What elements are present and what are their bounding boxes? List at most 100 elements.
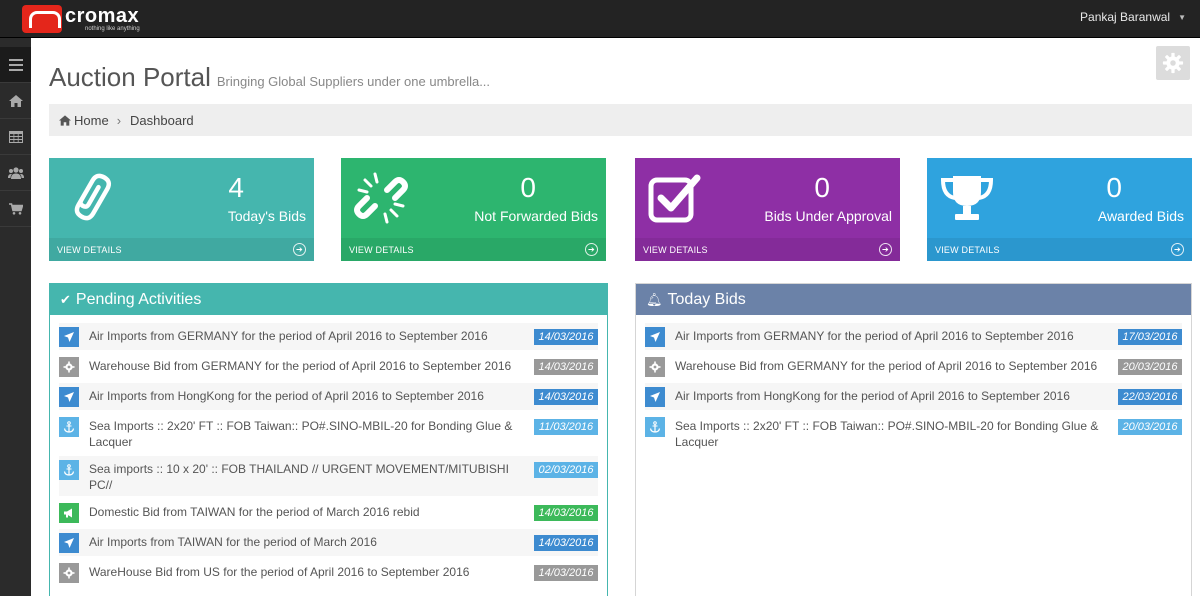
tile-label: Not Forwarded Bids (474, 208, 598, 224)
date-badge: 20/03/2016 (1118, 359, 1182, 375)
pending-activities-panel: ✔ Pending Activities Air Imports from GE… (49, 283, 608, 596)
list-item[interactable]: Air Imports from GERMANY for the period … (645, 323, 1182, 350)
list-item[interactable]: Sea Imports :: 2x20' FT :: FOB Taiwan:: … (59, 413, 598, 453)
list-item[interactable]: Air Imports from HongKong for the period… (645, 383, 1182, 410)
breadcrumb-home-link[interactable]: Home (74, 113, 109, 128)
list-item-text: Domestic Bid from TAIWAN for the period … (89, 505, 420, 519)
tile-label: Today's Bids (227, 208, 306, 224)
pending-activities-list: Air Imports from GERMANY for the period … (50, 315, 607, 586)
plane-icon (59, 533, 79, 553)
list-item-text: Air Imports from HongKong for the period… (675, 389, 1070, 403)
list-item[interactable]: Air Imports from TAIWAN for the period o… (59, 529, 598, 556)
list-item[interactable]: Warehouse Bid from GERMANY for the perio… (645, 353, 1182, 380)
trophy-icon (940, 176, 994, 220)
anchor-icon (645, 417, 665, 437)
arrow-right-circle-icon: ➔ (1171, 243, 1184, 256)
date-badge: 17/03/2016 (1118, 329, 1182, 345)
tile-count: 0 (520, 172, 536, 203)
panel-title: Today Bids (667, 290, 746, 308)
cart-icon (8, 202, 23, 215)
sidebar-toggle-button[interactable] (0, 47, 31, 83)
view-details-link[interactable]: VIEW DETAILS ➔ (635, 238, 900, 261)
bell-icon: 🔔︎ (646, 291, 663, 307)
list-item-text: Air Imports from GERMANY for the period … (675, 329, 1074, 343)
list-item[interactable]: Warehouse Bid from GERMANY for the perio… (59, 353, 598, 380)
sidebar-item-cart[interactable] (0, 191, 31, 227)
tile-awarded-bids: 0 Awarded Bids VIEW DETAILS ➔ (927, 158, 1192, 261)
view-details-link[interactable]: VIEW DETAILS ➔ (49, 238, 314, 261)
arrow-right-circle-icon: ➔ (293, 243, 306, 256)
broken-link-icon (354, 172, 408, 224)
view-details-label: VIEW DETAILS (57, 244, 122, 255)
top-navbar: cromax nothing like anything Pankaj Bara… (0, 0, 1200, 38)
anchor-icon (59, 417, 79, 437)
tile-bids-under-approval: 0 Bids Under Approval VIEW DETAILS ➔ (635, 158, 900, 261)
tile-label: Bids Under Approval (764, 208, 892, 224)
date-badge: 20/03/2016 (1118, 419, 1182, 435)
date-badge: 14/03/2016 (534, 535, 598, 551)
panel-header: 🔔︎ Today Bids (636, 284, 1191, 315)
gear-icon (59, 563, 79, 583)
panel-header: ✔ Pending Activities (50, 284, 607, 315)
view-details-link[interactable]: VIEW DETAILS ➔ (341, 238, 606, 261)
list-item[interactable]: WareHouse Bid from US for the period of … (59, 559, 598, 586)
plane-icon (59, 387, 79, 407)
page-subtitle: Bringing Global Suppliers under one umbr… (216, 74, 491, 89)
breadcrumb: Home › Dashboard (49, 104, 1192, 136)
gear-icon (645, 357, 665, 377)
sidebar-item-users[interactable] (0, 155, 31, 191)
view-details-label: VIEW DETAILS (349, 244, 414, 255)
settings-button[interactable] (1156, 46, 1190, 80)
breadcrumb-current: Dashboard (130, 112, 194, 128)
tile-count: 0 (814, 172, 830, 203)
chevron-down-icon: ▼ (1178, 12, 1186, 22)
user-menu[interactable]: Pankaj Baranwal ▼ (1080, 10, 1186, 24)
list-item-text: Air Imports from GERMANY for the period … (89, 329, 488, 343)
list-item-text: Sea imports :: 10 x 20' :: FOB THAILAND … (89, 462, 509, 492)
date-badge: 14/03/2016 (534, 359, 598, 375)
arrow-right-circle-icon: ➔ (879, 243, 892, 256)
gear-icon (1162, 52, 1184, 74)
sidebar-item-table[interactable] (0, 119, 31, 155)
logo-mark-icon (22, 5, 62, 33)
date-badge: 02/03/2016 (534, 462, 598, 478)
page-header: Auction Portal Bringing Global Suppliers… (49, 62, 490, 93)
megaphone-icon (59, 503, 79, 523)
home-icon (59, 114, 71, 126)
list-item[interactable]: Sea imports :: 10 x 20' :: FOB THAILAND … (59, 456, 598, 496)
tile-todays-bids: 4 Today's Bids VIEW DETAILS ➔ (49, 158, 314, 261)
user-name: Pankaj Baranwal (1080, 10, 1171, 24)
tile-not-forwarded-bids: 0 Not Forwarded Bids VIEW DETAILS ➔ (341, 158, 606, 261)
today-bids-panel: 🔔︎ Today Bids Air Imports from GERMANY f… (635, 283, 1192, 596)
sidebar (0, 38, 31, 596)
today-bids-list: Air Imports from GERMANY for the period … (636, 315, 1191, 453)
plane-icon (59, 327, 79, 347)
gear-icon (59, 357, 79, 377)
plane-icon (645, 387, 665, 407)
date-badge: 14/03/2016 (534, 565, 598, 581)
brand-tagline: nothing like anything (85, 25, 140, 32)
chevron-right-icon: › (116, 112, 122, 128)
view-details-label: VIEW DETAILS (643, 244, 708, 255)
date-badge: 14/03/2016 (534, 389, 598, 405)
anchor-icon (59, 460, 79, 480)
menu-icon (8, 58, 23, 71)
list-item[interactable]: Air Imports from HongKong for the period… (59, 383, 598, 410)
list-item-text: Warehouse Bid from GERMANY for the perio… (675, 359, 1098, 373)
check-icon: ✔ (60, 291, 71, 307)
list-item-text: Sea Imports :: 2x20' FT :: FOB Taiwan:: … (675, 419, 1099, 449)
view-details-link[interactable]: VIEW DETAILS ➔ (927, 238, 1192, 261)
list-item[interactable]: Sea Imports :: 2x20' FT :: FOB Taiwan:: … (645, 413, 1182, 453)
page-title: Auction Portal (49, 62, 211, 92)
plane-icon (645, 327, 665, 347)
list-item[interactable]: Air Imports from GERMANY for the period … (59, 323, 598, 350)
list-item[interactable]: Domestic Bid from TAIWAN for the period … (59, 499, 598, 526)
date-badge: 22/03/2016 (1118, 389, 1182, 405)
sidebar-item-home[interactable] (0, 83, 31, 119)
brand-name: cromax (65, 4, 140, 27)
list-item-text: Warehouse Bid from GERMANY for the perio… (89, 359, 512, 373)
tile-count: 4 (228, 172, 244, 203)
date-badge: 14/03/2016 (534, 505, 598, 521)
brand-logo[interactable]: cromax nothing like anything (22, 4, 140, 34)
date-badge: 11/03/2016 (534, 419, 598, 435)
